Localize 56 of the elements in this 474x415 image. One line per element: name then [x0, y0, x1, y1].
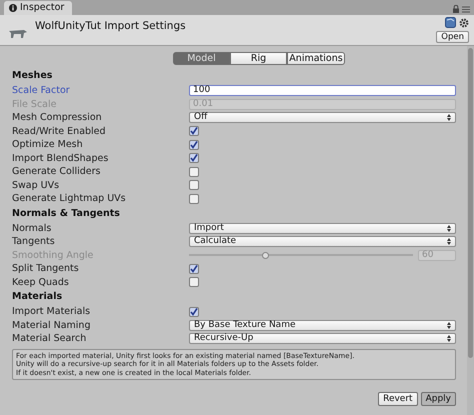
field-label: Read/Write Enabled: [12, 126, 107, 136]
field-label: Material Naming: [12, 320, 92, 330]
checkbox[interactable]: [189, 264, 199, 274]
field-label: Import BlendShapes: [12, 154, 110, 163]
revert-button[interactable]: Revert: [378, 392, 418, 406]
field-label: File Scale: [12, 100, 58, 109]
updown-arrows-icon: [447, 114, 451, 122]
inspector-tab[interactable]: Inspector: [4, 1, 72, 15]
mode-tab[interactable]: Model: [173, 52, 230, 65]
settings-icon[interactable]: [459, 18, 469, 28]
field-label: Optimize Mesh: [12, 140, 84, 150]
checkbox[interactable]: [189, 194, 199, 204]
updown-arrows-icon: [447, 322, 451, 329]
field-label: Scale Factor: [12, 86, 71, 96]
checkbox[interactable]: [189, 166, 199, 177]
dropdown[interactable]: By Base Texture Name: [189, 320, 456, 331]
field-label: Normals: [12, 224, 52, 233]
field-label: Keep Quads: [12, 278, 70, 287]
field-label: Swap UVs: [12, 180, 60, 190]
field-label: Mesh Compression: [12, 113, 103, 122]
menu-icon[interactable]: [462, 6, 470, 12]
section-heading: Normals & Tangents: [12, 206, 121, 221]
checkbox[interactable]: [189, 140, 199, 150]
dropdown[interactable]: Import: [189, 222, 456, 234]
mode-tab[interactable]: Rig: [230, 52, 287, 65]
dropdown[interactable]: Recursive-Up: [189, 333, 456, 344]
window-title: WolfUnityTut Import Settings: [35, 19, 186, 34]
dropdown[interactable]: Calculate: [189, 236, 456, 248]
field-label: Smoothing Angle: [12, 250, 94, 260]
mode-tab[interactable]: Animations: [287, 52, 345, 65]
checkbox[interactable]: [189, 306, 199, 317]
section-heading: Meshes: [12, 69, 54, 84]
field-label: Split Tangents: [12, 264, 80, 274]
dropdown[interactable]: Off: [189, 112, 456, 124]
field-label: Material Search: [12, 334, 88, 344]
checkbox[interactable]: [189, 126, 199, 136]
checkmark-icon: [190, 264, 198, 273]
lock-icon[interactable]: [453, 5, 459, 13]
field-label: Generate Colliders: [12, 167, 102, 176]
section-heading: Materials: [12, 290, 64, 304]
checkbox[interactable]: [189, 180, 199, 190]
field-label: Tangents: [12, 237, 56, 246]
checkbox[interactable]: [189, 153, 199, 164]
checkbox[interactable]: [189, 277, 199, 288]
field-label: Import Materials: [12, 307, 92, 316]
slider[interactable]: [189, 250, 413, 260]
field-label: Generate Lightmap UVs: [12, 194, 127, 204]
open-button[interactable]: Open: [436, 31, 469, 43]
updown-arrows-icon: [447, 335, 451, 342]
updown-arrows-icon: [447, 238, 451, 246]
checkmark-icon: [190, 308, 198, 316]
info-icon: [9, 4, 17, 12]
apply-button[interactable]: Apply: [420, 392, 456, 406]
scrollbar[interactable]: [467, 46, 474, 415]
number-field[interactable]: 100: [189, 85, 456, 96]
updown-arrows-icon: [447, 224, 451, 232]
